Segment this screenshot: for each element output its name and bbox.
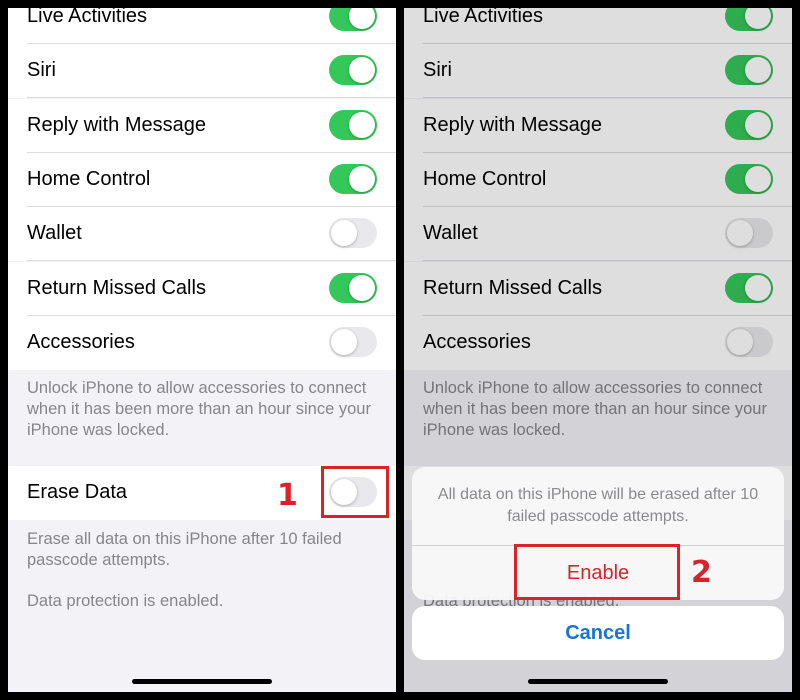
setting-label: Reply with Message: [27, 113, 206, 136]
setting-row-return-missed-calls: Return Missed Calls: [8, 261, 396, 316]
left-screen: Live Activities Siri Reply with Message Hom…: [8, 8, 396, 692]
setting-row-wallet: Wallet: [8, 207, 396, 262]
toggle-knob: [331, 328, 357, 355]
setting-row-live-activities: Live Activities: [8, 8, 396, 44]
reply-with-message-toggle[interactable]: [329, 109, 377, 140]
action-sheet-message: All data on this iPhone will be erased a…: [412, 467, 784, 546]
toggle-knob: [349, 57, 375, 84]
annotation-number-1: 1: [277, 478, 298, 513]
setting-row-home-control: Home Control: [8, 152, 396, 207]
toggle-knob: [349, 165, 375, 192]
protection-note: Data protection is enabled.: [27, 592, 224, 610]
home-indicator: [528, 679, 668, 684]
annotation-highlight-2: [514, 544, 680, 600]
annotation-highlight-1: [321, 466, 389, 518]
annotation-number-2: 2: [691, 555, 712, 590]
live-activities-toggle[interactable]: [329, 8, 377, 31]
setting-label: Live Activities: [27, 8, 148, 27]
setting-label: Accessories: [27, 330, 135, 353]
setting-label: Return Missed Calls: [27, 276, 206, 299]
setting-row-siri: Siri: [8, 44, 396, 99]
cancel-label: Cancel: [565, 621, 631, 644]
siri-toggle[interactable]: [329, 55, 377, 86]
erase-footer: Erase all data on this iPhone after 10 f…: [27, 530, 342, 569]
toggle-knob: [349, 274, 375, 301]
toggle-knob: [331, 220, 357, 247]
setting-label: Siri: [27, 59, 56, 82]
wallet-toggle[interactable]: [329, 218, 377, 249]
accessories-footer: Unlock iPhone to allow accessories to co…: [27, 379, 371, 439]
setting-label: Wallet: [27, 222, 82, 245]
home-control-toggle[interactable]: [329, 163, 377, 194]
setting-row-accessories: Accessories: [8, 315, 396, 370]
home-indicator: [132, 679, 272, 684]
setting-label: Home Control: [27, 167, 151, 190]
setting-label: Erase Data: [27, 481, 128, 503]
toggle-knob: [349, 111, 375, 138]
cancel-button[interactable]: Cancel: [412, 606, 784, 660]
accessories-toggle[interactable]: [329, 326, 377, 357]
toggle-knob: [349, 8, 375, 29]
return-missed-calls-toggle[interactable]: [329, 272, 377, 303]
setting-row-reply-with-message: Reply with Message: [8, 98, 396, 153]
